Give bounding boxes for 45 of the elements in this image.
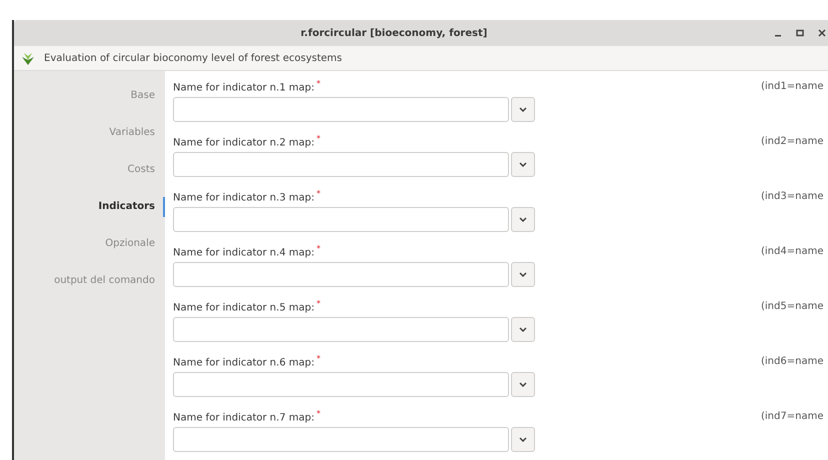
input-field[interactable]: [173, 207, 509, 232]
dropdown-button[interactable]: [511, 207, 535, 232]
dropdown-button[interactable]: [511, 262, 535, 287]
sidebar-tab[interactable]: Variables: [14, 123, 165, 143]
maximize-icon[interactable]: [796, 29, 804, 37]
leaf-icon: [20, 50, 36, 66]
module-description: Evaluation of circular bioconomy level of forest ecosystems: [44, 52, 342, 64]
input-field[interactable]: [173, 97, 509, 122]
field-label: Name for indicator n.4 map: $^{*}$: [173, 244, 322, 258]
parameter-hint: (ind4=name: [761, 246, 824, 256]
chevron-down-icon: [519, 437, 527, 442]
sidebar-tab[interactable]: Base: [14, 86, 165, 106]
field-label: Name for indicator n.7 map: $^{*}$: [173, 408, 322, 424]
dropdown-button[interactable]: [511, 97, 535, 122]
dropdown-button[interactable]: [511, 152, 535, 177]
parameter-hint: (ind5=name: [761, 300, 824, 312]
chevron-down-icon: [519, 162, 527, 167]
close-icon[interactable]: [818, 29, 826, 37]
field-label: Name for indicator n.5 map: $^{*}$: [173, 298, 322, 314]
input-field[interactable]: [173, 427, 509, 452]
chevron-down-icon: [519, 272, 527, 277]
chevron-down-icon: [519, 217, 527, 222]
sidebar-tab[interactable]: Costs: [14, 160, 165, 180]
field-label: Name for indicator n.2 map: $^{*}$: [173, 134, 322, 148]
parameter-hint: (ind6=name: [761, 356, 824, 366]
parameter-hint: (ind1=name: [761, 80, 824, 92]
parameter-hint: (ind7=name: [761, 410, 824, 422]
field-label: Name for indicator n.1 map: $^{*}$: [173, 78, 322, 94]
parameter-hint: (ind3=name: [761, 190, 824, 202]
sidebar-tab[interactable]: Opzionale: [14, 234, 165, 254]
dropdown-button[interactable]: [511, 317, 535, 342]
input-field[interactable]: [173, 317, 509, 342]
field-label: Name for indicator n.3 map: $^{*}$: [173, 188, 322, 204]
chevron-down-icon: [519, 327, 527, 332]
input-field[interactable]: [173, 152, 509, 177]
parameter-hint: (ind2=name: [761, 136, 824, 146]
input-field[interactable]: [173, 372, 509, 397]
window-title: r.forcircular [bioeconomy, forest]: [300, 28, 488, 38]
input-field[interactable]: [173, 262, 509, 287]
field-label: Name for indicator n.6 map: $^{*}$: [173, 354, 322, 368]
chevron-down-icon: [519, 382, 527, 387]
dropdown-button[interactable]: [511, 372, 535, 397]
chevron-down-icon: [519, 107, 527, 112]
dropdown-button[interactable]: [511, 427, 535, 452]
sidebar-tab[interactable]: output del comando: [14, 271, 165, 291]
